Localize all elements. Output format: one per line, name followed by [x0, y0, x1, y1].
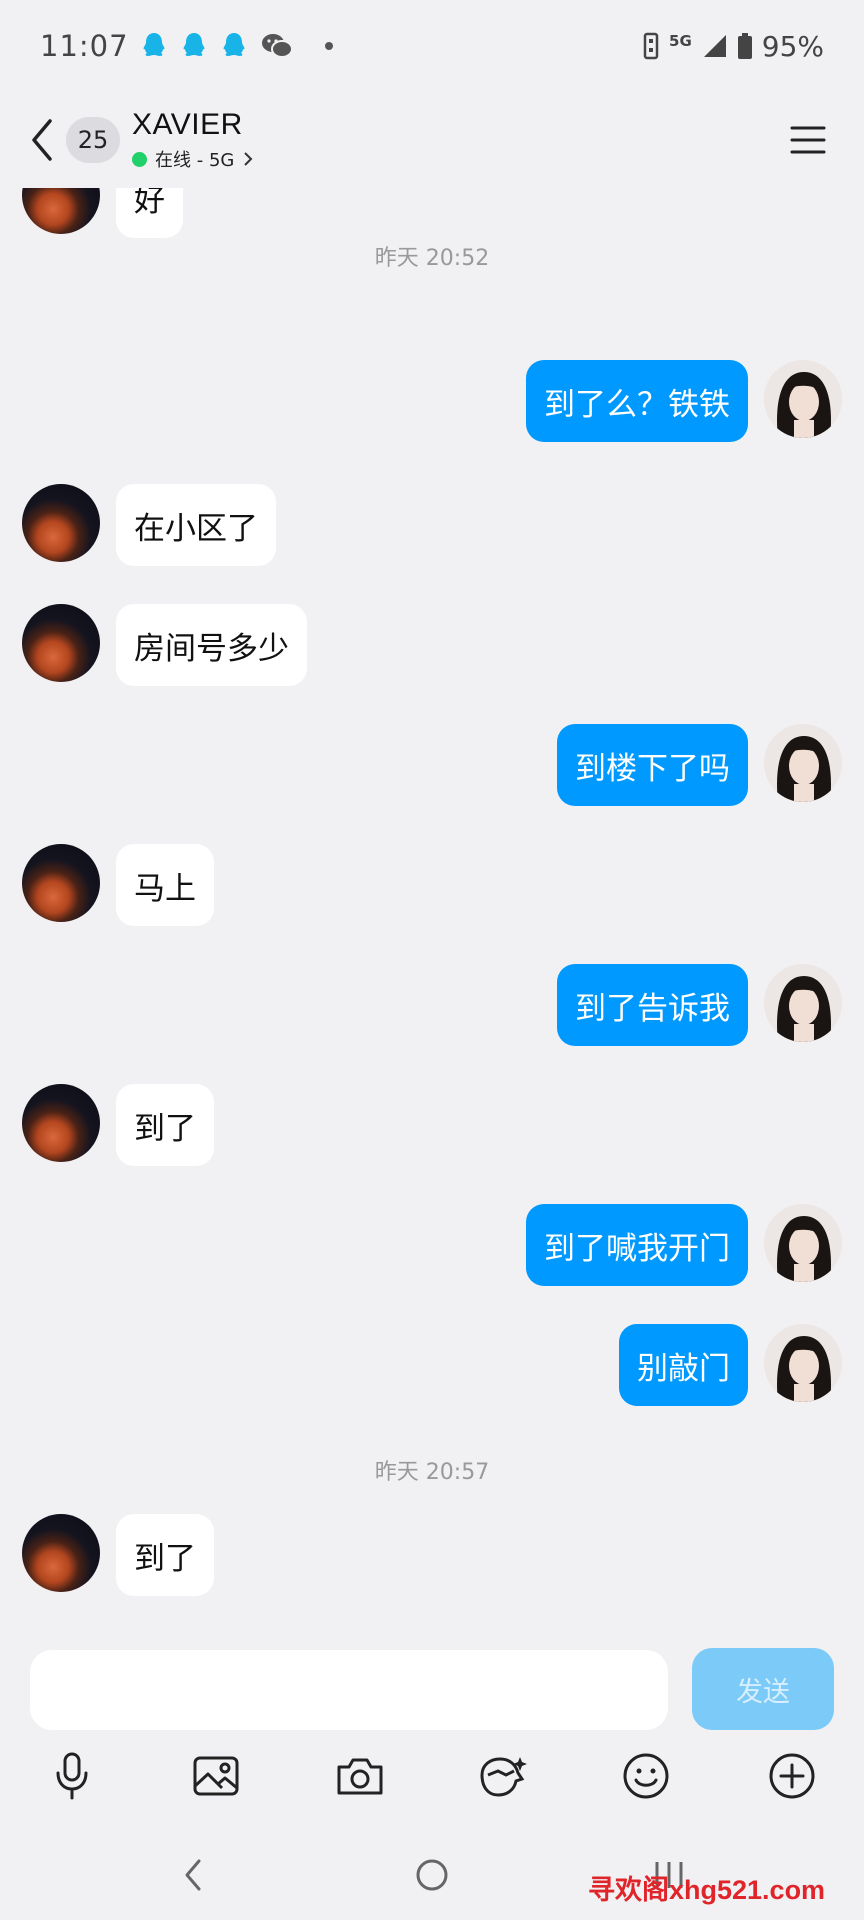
chevron-right-icon	[244, 152, 253, 166]
received-message[interactable]: 在小区了	[116, 484, 276, 566]
chat-header: 25 XAVIER 在线 - 5G	[0, 92, 864, 188]
received-message[interactable]: 到了	[116, 1084, 214, 1166]
network-type: 5G	[669, 32, 692, 50]
message-input[interactable]	[30, 1650, 668, 1730]
qq-icon	[223, 33, 244, 56]
qq-icon	[143, 33, 164, 56]
message-row: 别敲门	[0, 1324, 864, 1408]
wechat-icon	[261, 34, 293, 58]
message-row: 到了	[0, 1084, 864, 1168]
online-status[interactable]: 在线 - 5G	[132, 146, 254, 172]
message-row: 到了么？铁铁	[0, 360, 864, 444]
timestamp: 昨天 20:52	[374, 246, 490, 271]
watermark: 寻欢阁xhg521.com	[588, 1875, 826, 1905]
message-row: 到楼下了吗	[0, 724, 864, 808]
my-avatar[interactable]	[764, 360, 842, 438]
signal-icon	[703, 35, 726, 57]
contact-avatar[interactable]	[22, 1514, 100, 1592]
message-row: 到了告诉我	[0, 964, 864, 1048]
more-notifications-dot	[324, 42, 333, 50]
message-list[interactable]: 好 昨天 20:52 到了么？铁铁 在小区了 房间号多少 到楼下了吗 马上 到了…	[0, 188, 864, 1636]
composer: 发送	[0, 1636, 864, 1820]
status-indicators: 5G 95%	[643, 30, 824, 63]
back-button[interactable]	[22, 110, 62, 170]
chevron-left-icon	[32, 119, 52, 161]
received-message[interactable]: 好	[116, 188, 183, 238]
contact-avatar[interactable]	[22, 604, 100, 682]
message-row: 在小区了	[0, 484, 864, 568]
nav-home-button[interactable]	[407, 1850, 457, 1900]
send-button[interactable]: 发送	[692, 1648, 834, 1730]
red-packet-icon[interactable]	[472, 1746, 532, 1806]
contact-avatar[interactable]	[22, 484, 100, 562]
sent-message[interactable]: 到楼下了吗	[557, 724, 748, 806]
contact-avatar[interactable]	[22, 844, 100, 922]
my-avatar[interactable]	[764, 964, 842, 1042]
contact-name[interactable]: XAVIER	[132, 108, 254, 142]
plus-icon[interactable]	[762, 1746, 822, 1806]
received-message[interactable]: 到了	[116, 1514, 214, 1596]
battery-level: 95%	[761, 29, 824, 63]
received-message[interactable]: 马上	[116, 844, 214, 926]
message-row: 马上	[0, 844, 864, 928]
nav-home-icon	[416, 1859, 448, 1891]
sent-message[interactable]: 到了告诉我	[557, 964, 748, 1046]
timestamp: 昨天 20:57	[374, 1460, 490, 1485]
qq-icon	[183, 33, 204, 56]
contact-info[interactable]: XAVIER 在线 - 5G	[132, 108, 254, 172]
microphone-icon[interactable]	[42, 1746, 102, 1806]
status-bar: 11:07 5G 95%	[0, 0, 864, 92]
clock: 11:07	[40, 29, 129, 63]
message-row: 好	[0, 188, 864, 240]
online-indicator	[132, 151, 147, 167]
message-row: 到了	[0, 1514, 864, 1598]
camera-icon[interactable]	[330, 1746, 390, 1806]
my-avatar[interactable]	[764, 724, 842, 802]
contact-avatar[interactable]	[22, 188, 100, 234]
message-row: 到了喊我开门	[0, 1204, 864, 1288]
menu-button[interactable]	[788, 120, 828, 160]
composer-toolbar	[0, 1746, 864, 1816]
sim-icon	[643, 32, 659, 60]
contact-avatar[interactable]	[22, 1084, 100, 1162]
battery-icon	[737, 33, 752, 59]
sent-message[interactable]: 到了么？铁铁	[526, 360, 748, 442]
unread-badge[interactable]: 25	[66, 117, 120, 163]
my-avatar[interactable]	[764, 1204, 842, 1282]
online-status-text: 在线 - 5G	[155, 150, 235, 171]
received-message[interactable]: 房间号多少	[116, 604, 307, 686]
emoji-icon[interactable]	[616, 1746, 676, 1806]
sent-message[interactable]: 别敲门	[619, 1324, 748, 1406]
image-icon[interactable]	[186, 1746, 246, 1806]
my-avatar[interactable]	[764, 1324, 842, 1402]
nav-back-button[interactable]	[168, 1850, 218, 1900]
notification-icons	[141, 32, 333, 60]
message-row: 房间号多少	[0, 604, 864, 688]
nav-back-icon	[185, 1859, 201, 1891]
sent-message[interactable]: 到了喊我开门	[526, 1204, 748, 1286]
hamburger-menu-icon	[790, 126, 826, 154]
